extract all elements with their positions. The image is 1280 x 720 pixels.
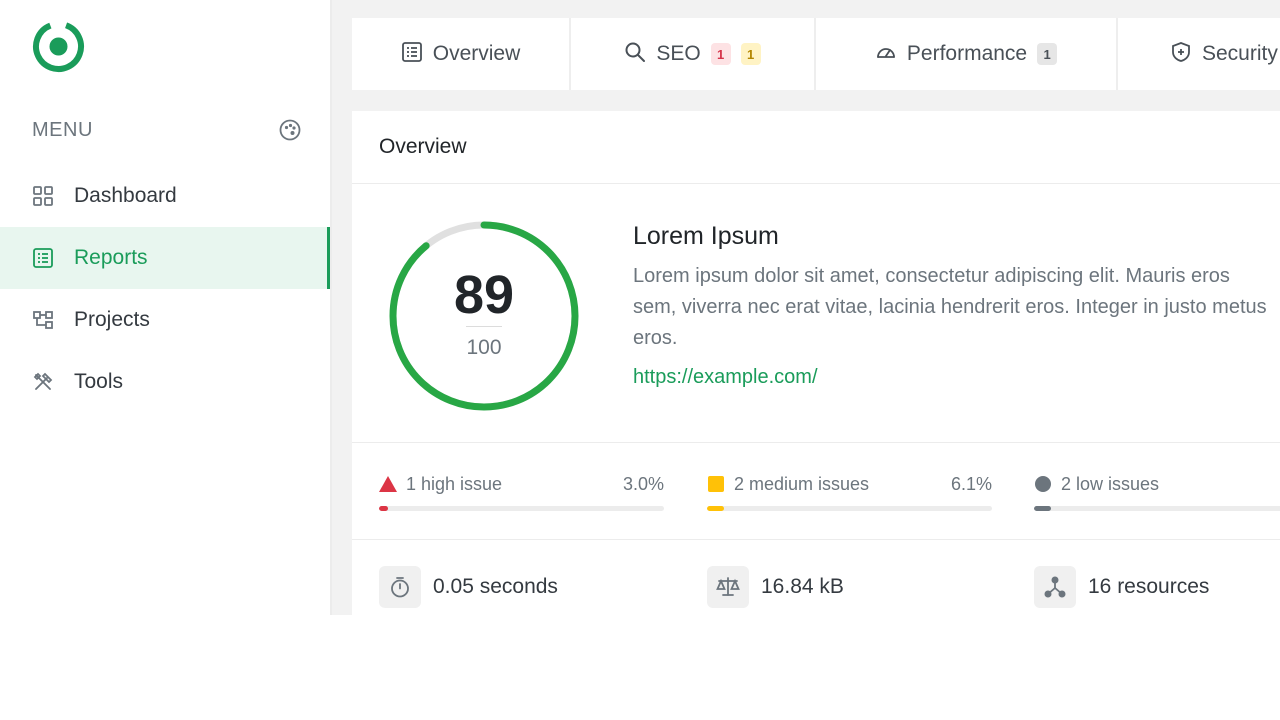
sidebar-nav: Dashboard Reports Projects Tools [0, 165, 330, 413]
issue-progress-bar [1034, 506, 1280, 511]
circle-icon [1034, 475, 1052, 493]
tab-label: Overview [432, 42, 521, 65]
stat-value: 16.84 kB [761, 575, 844, 598]
tab-overview[interactable]: Overview [352, 18, 571, 90]
menu-header: MENU [32, 116, 302, 144]
stat-load-time: 0.05 seconds [379, 566, 558, 608]
main-content: Overview SEO 1 1 Performance 1 Security … [332, 0, 1280, 615]
tab-label: Performance [906, 42, 1028, 65]
scale-icon [707, 566, 749, 608]
issue-label: 1 high issue [406, 473, 503, 494]
sidebar: MENU Dashboard Reports Projects Tools [0, 0, 332, 615]
score-section: 89 100 Lorem Ipsum Lorem ipsum dolor sit… [352, 184, 1280, 443]
stopwatch-icon [379, 566, 421, 608]
sidebar-item-label: Reports [74, 246, 148, 269]
square-icon [707, 475, 725, 493]
tab-seo[interactable]: SEO 1 1 [571, 18, 816, 90]
sidebar-item-label: Tools [74, 370, 124, 393]
issue-count-badge: 1 [1037, 43, 1058, 65]
score-value: 89 [453, 265, 515, 325]
report-icon [401, 41, 423, 68]
issue-label: 2 low issues [1061, 473, 1160, 494]
sidebar-item-label: Projects [74, 308, 150, 331]
card-header: Overview [352, 111, 1280, 184]
tab-security[interactable]: Security [1118, 18, 1280, 90]
sidebar-item-projects[interactable]: Projects [0, 289, 330, 351]
stat-value: 16 resources [1088, 575, 1210, 598]
error-count-badge: 1 [710, 43, 731, 65]
site-url-link[interactable]: https://example.com/ [633, 366, 818, 389]
menu-title: MENU [32, 118, 93, 141]
site-info: Lorem Ipsum Lorem ipsum dolor sit amet, … [633, 222, 1280, 389]
speedometer-icon [875, 41, 897, 68]
score-max: 100 [466, 336, 502, 359]
issue-medium: 2 medium issues 6.1% [707, 473, 992, 511]
tab-label: SEO [656, 42, 701, 65]
issue-progress-fill [379, 506, 388, 511]
card-title: Overview [379, 135, 467, 158]
issue-label: 2 medium issues [734, 473, 870, 494]
issue-progress-bar [379, 506, 664, 511]
report-icon [32, 247, 54, 269]
warning-count-badge: 1 [740, 43, 761, 65]
tab-performance[interactable]: Performance 1 [816, 18, 1118, 90]
tab-bar: Overview SEO 1 1 Performance 1 Security [352, 18, 1280, 90]
site-title: Lorem Ipsum [633, 222, 779, 250]
sidebar-item-label: Dashboard [74, 184, 177, 207]
logo-icon [33, 21, 84, 72]
grid-icon [32, 185, 54, 207]
issue-progress-fill [1034, 506, 1052, 511]
stat-value: 0.05 seconds [433, 575, 558, 598]
site-description: Lorem ipsum dolor sit amet, consectetur … [633, 265, 1267, 349]
sidebar-item-reports[interactable]: Reports [0, 227, 330, 289]
triangle-icon [379, 475, 397, 493]
issue-percent: 3.0% [622, 473, 664, 494]
issue-progress-fill [707, 506, 725, 511]
palette-button[interactable] [278, 118, 302, 142]
issues-section: 1 high issue 3.0% 2 medium issues 6.1% 2… [352, 443, 1280, 540]
overview-card: Overview 89 100 Lorem Ipsum Lorem ipsum … [352, 111, 1280, 615]
shield-icon [1170, 41, 1192, 68]
issue-percent: 6.1% [950, 473, 992, 494]
sidebar-item-dashboard[interactable]: Dashboard [0, 165, 330, 227]
tab-label: Security [1202, 42, 1278, 65]
issue-progress-bar [707, 506, 992, 511]
issue-low: 2 low issues [1034, 473, 1280, 511]
stat-resources: 16 resources [1034, 566, 1209, 608]
logo[interactable] [32, 20, 85, 73]
score-divider [466, 326, 502, 327]
app-window: MENU Dashboard Reports Projects Tools Ov… [0, 0, 1280, 615]
palette-icon [279, 119, 301, 141]
share-nodes-icon [1034, 566, 1076, 608]
issue-high: 1 high issue 3.0% [379, 473, 664, 511]
stat-page-size: 16.84 kB [707, 566, 844, 608]
stats-section: 0.05 seconds 16.84 kB 16 resources [352, 540, 1280, 615]
projects-icon [32, 309, 54, 331]
sidebar-item-tools[interactable]: Tools [0, 351, 330, 413]
tools-icon [32, 371, 54, 393]
search-icon [624, 41, 646, 68]
